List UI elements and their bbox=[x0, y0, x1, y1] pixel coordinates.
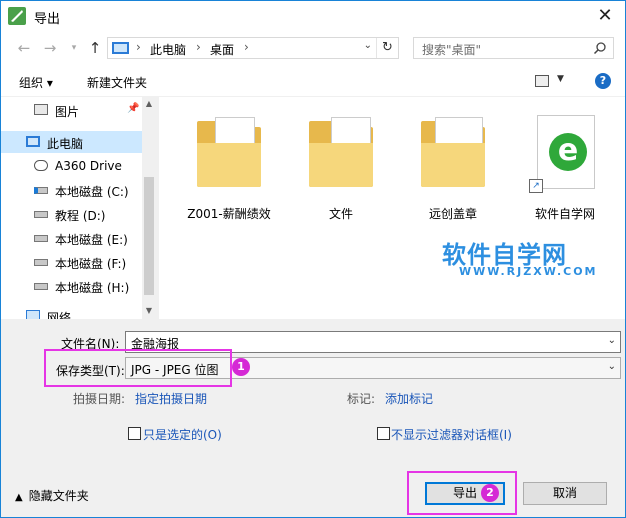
scroll-down-icon[interactable]: ▼ bbox=[142, 304, 156, 318]
drive-icon bbox=[34, 211, 48, 218]
sidebar-item-label: 网络 bbox=[47, 311, 72, 319]
address-bar[interactable]: › 此电脑 › 桌面 › ⌄ ↻ bbox=[107, 37, 399, 59]
cloud-drive-icon bbox=[34, 160, 48, 171]
sidebar-item-drive-d[interactable]: 教程 (D:) bbox=[1, 203, 142, 225]
network-icon bbox=[26, 310, 40, 319]
file-item[interactable]: 远创盖章 bbox=[403, 107, 503, 222]
folder-icon bbox=[417, 107, 489, 197]
sidebar-item-label: 本地磁盘 (F:) bbox=[55, 257, 127, 271]
navigation-pane: 图片 📌 此电脑 A360 Drive 本地磁盘 (C:) 教程 (D:) 本地… bbox=[1, 97, 156, 319]
filename-dropdown-chevron-icon[interactable]: ⌄ bbox=[608, 335, 616, 346]
breadcrumb-separator: › bbox=[196, 40, 201, 54]
drive-icon bbox=[34, 235, 48, 242]
sidebar-item-pictures[interactable]: 图片 📌 bbox=[1, 99, 142, 121]
app-icon bbox=[8, 7, 26, 25]
sidebar-item-label: 本地磁盘 (E:) bbox=[55, 233, 128, 247]
refresh-icon[interactable]: ↻ bbox=[376, 38, 398, 58]
export-dialog: 导出 ✕ ← → ▾ ↑ › 此电脑 › 桌面 › ⌄ ↻ 搜索"桌面" 组织 … bbox=[0, 0, 626, 518]
drive-icon bbox=[34, 259, 48, 266]
sidebar-item-label: 教程 (D:) bbox=[55, 209, 106, 223]
search-icon bbox=[593, 42, 606, 55]
shortcut-arrow-icon: ↗ bbox=[529, 179, 543, 193]
date-taken-link[interactable]: 指定拍摄日期 bbox=[135, 390, 207, 407]
annotation-highlight-filetype bbox=[44, 349, 232, 387]
selected-only-checkbox[interactable] bbox=[128, 427, 141, 440]
computer-icon bbox=[112, 42, 129, 54]
file-item[interactable]: 文件 bbox=[291, 107, 391, 222]
browser-logo-icon: e bbox=[549, 133, 587, 171]
new-folder-button[interactable]: 新建文件夹 bbox=[87, 74, 147, 91]
shortcut-icon: e ↗ bbox=[529, 107, 601, 197]
scroll-up-icon[interactable]: ▲ bbox=[142, 97, 156, 111]
address-dropdown-chevron-icon[interactable]: ⌄ bbox=[364, 40, 372, 51]
annotation-badge-2: 2 bbox=[481, 484, 499, 502]
close-icon[interactable]: ✕ bbox=[585, 1, 625, 31]
folder-icon bbox=[193, 107, 265, 197]
computer-icon bbox=[26, 136, 40, 147]
drive-icon bbox=[34, 283, 48, 290]
annotation-highlight-export bbox=[407, 471, 517, 515]
sidebar-item-label: 本地磁盘 (C:) bbox=[55, 185, 129, 199]
navpane-scrollbar-thumb[interactable] bbox=[144, 177, 154, 295]
breadcrumb-this-pc[interactable]: 此电脑 bbox=[150, 41, 186, 58]
file-name: Z001-薪酬绩效 bbox=[187, 207, 271, 221]
view-dropdown-chevron-icon[interactable]: ▼ bbox=[557, 74, 564, 84]
sidebar-item-label: 本地磁盘 (H:) bbox=[55, 281, 130, 295]
cancel-button[interactable]: 取消 bbox=[523, 482, 607, 505]
sidebar-item-drive-e[interactable]: 本地磁盘 (E:) bbox=[1, 227, 142, 249]
command-toolbar: 组织 ▾ 新建文件夹 ▼ ? bbox=[1, 65, 625, 97]
help-icon[interactable]: ? bbox=[595, 73, 611, 89]
window-title: 导出 bbox=[34, 12, 61, 27]
search-input[interactable]: 搜索"桌面" bbox=[413, 37, 614, 59]
pin-icon[interactable]: 📌 bbox=[127, 103, 139, 114]
annotation-badge-1: 1 bbox=[232, 358, 250, 376]
forward-arrow-icon[interactable]: → bbox=[41, 39, 59, 57]
pictures-icon bbox=[34, 104, 48, 115]
filetype-dropdown-chevron-icon[interactable]: ⌄ bbox=[608, 361, 616, 372]
title-bar: 导出 ✕ bbox=[1, 1, 625, 31]
up-arrow-icon[interactable]: ↑ bbox=[86, 39, 104, 57]
sidebar-item-drive-c[interactable]: 本地磁盘 (C:) bbox=[1, 179, 142, 201]
breadcrumb-separator: › bbox=[244, 40, 249, 54]
back-arrow-icon[interactable]: ← bbox=[15, 39, 33, 57]
sidebar-item-drive-f[interactable]: 本地磁盘 (F:) bbox=[1, 251, 142, 273]
date-taken-label: 拍摄日期: bbox=[73, 392, 126, 406]
recent-locations-chevron-icon[interactable]: ▾ bbox=[65, 39, 83, 57]
view-options-icon[interactable] bbox=[535, 75, 549, 87]
sidebar-item-a360-drive[interactable]: A360 Drive bbox=[1, 155, 142, 177]
hide-folders-toggle[interactable]: ▲ 隐藏文件夹 bbox=[15, 487, 89, 504]
watermark-url: WWW.RJZXW.COM bbox=[459, 265, 598, 278]
windows-drive-icon bbox=[34, 187, 48, 194]
folder-icon bbox=[305, 107, 377, 197]
sidebar-item-network[interactable]: 网络 bbox=[1, 305, 142, 319]
file-item[interactable]: e ↗ 软件自学网 bbox=[515, 107, 615, 222]
tags-label: 标记: bbox=[347, 392, 376, 406]
file-name: 软件自学网 bbox=[534, 207, 595, 221]
no-filter-dialog-checkbox[interactable] bbox=[377, 427, 390, 440]
selected-only-label[interactable]: 只是选定的(O) bbox=[143, 426, 222, 443]
sidebar-item-label: 图片 bbox=[55, 105, 80, 119]
chevron-up-icon: ▲ bbox=[15, 492, 23, 503]
organize-button[interactable]: 组织 ▾ bbox=[19, 74, 53, 91]
sidebar-item-label: A360 Drive bbox=[55, 159, 122, 173]
file-list: Z001-薪酬绩效 文件 远创盖章 e ↗ 软件自学网 软件自学网 WWW.RJ… bbox=[159, 97, 625, 319]
navigation-bar: ← → ▾ ↑ › 此电脑 › 桌面 › ⌄ ↻ 搜索"桌面" bbox=[1, 31, 625, 65]
tags-link[interactable]: 添加标记 bbox=[385, 390, 433, 407]
breadcrumb-desktop[interactable]: 桌面 bbox=[210, 41, 234, 58]
file-item[interactable]: Z001-薪酬绩效 bbox=[179, 107, 279, 222]
breadcrumb-separator: › bbox=[136, 40, 141, 54]
file-name: 文件 bbox=[328, 207, 353, 221]
sidebar-item-this-pc[interactable]: 此电脑 bbox=[1, 131, 142, 153]
hide-folders-label: 隐藏文件夹 bbox=[28, 489, 89, 503]
search-placeholder: 搜索"桌面" bbox=[422, 43, 482, 57]
sidebar-item-label: 此电脑 bbox=[47, 137, 84, 151]
sidebar-item-drive-h[interactable]: 本地磁盘 (H:) bbox=[1, 275, 142, 297]
no-filter-dialog-label[interactable]: 不显示过滤器对话框(I) bbox=[391, 426, 512, 443]
file-name: 远创盖章 bbox=[428, 207, 477, 221]
